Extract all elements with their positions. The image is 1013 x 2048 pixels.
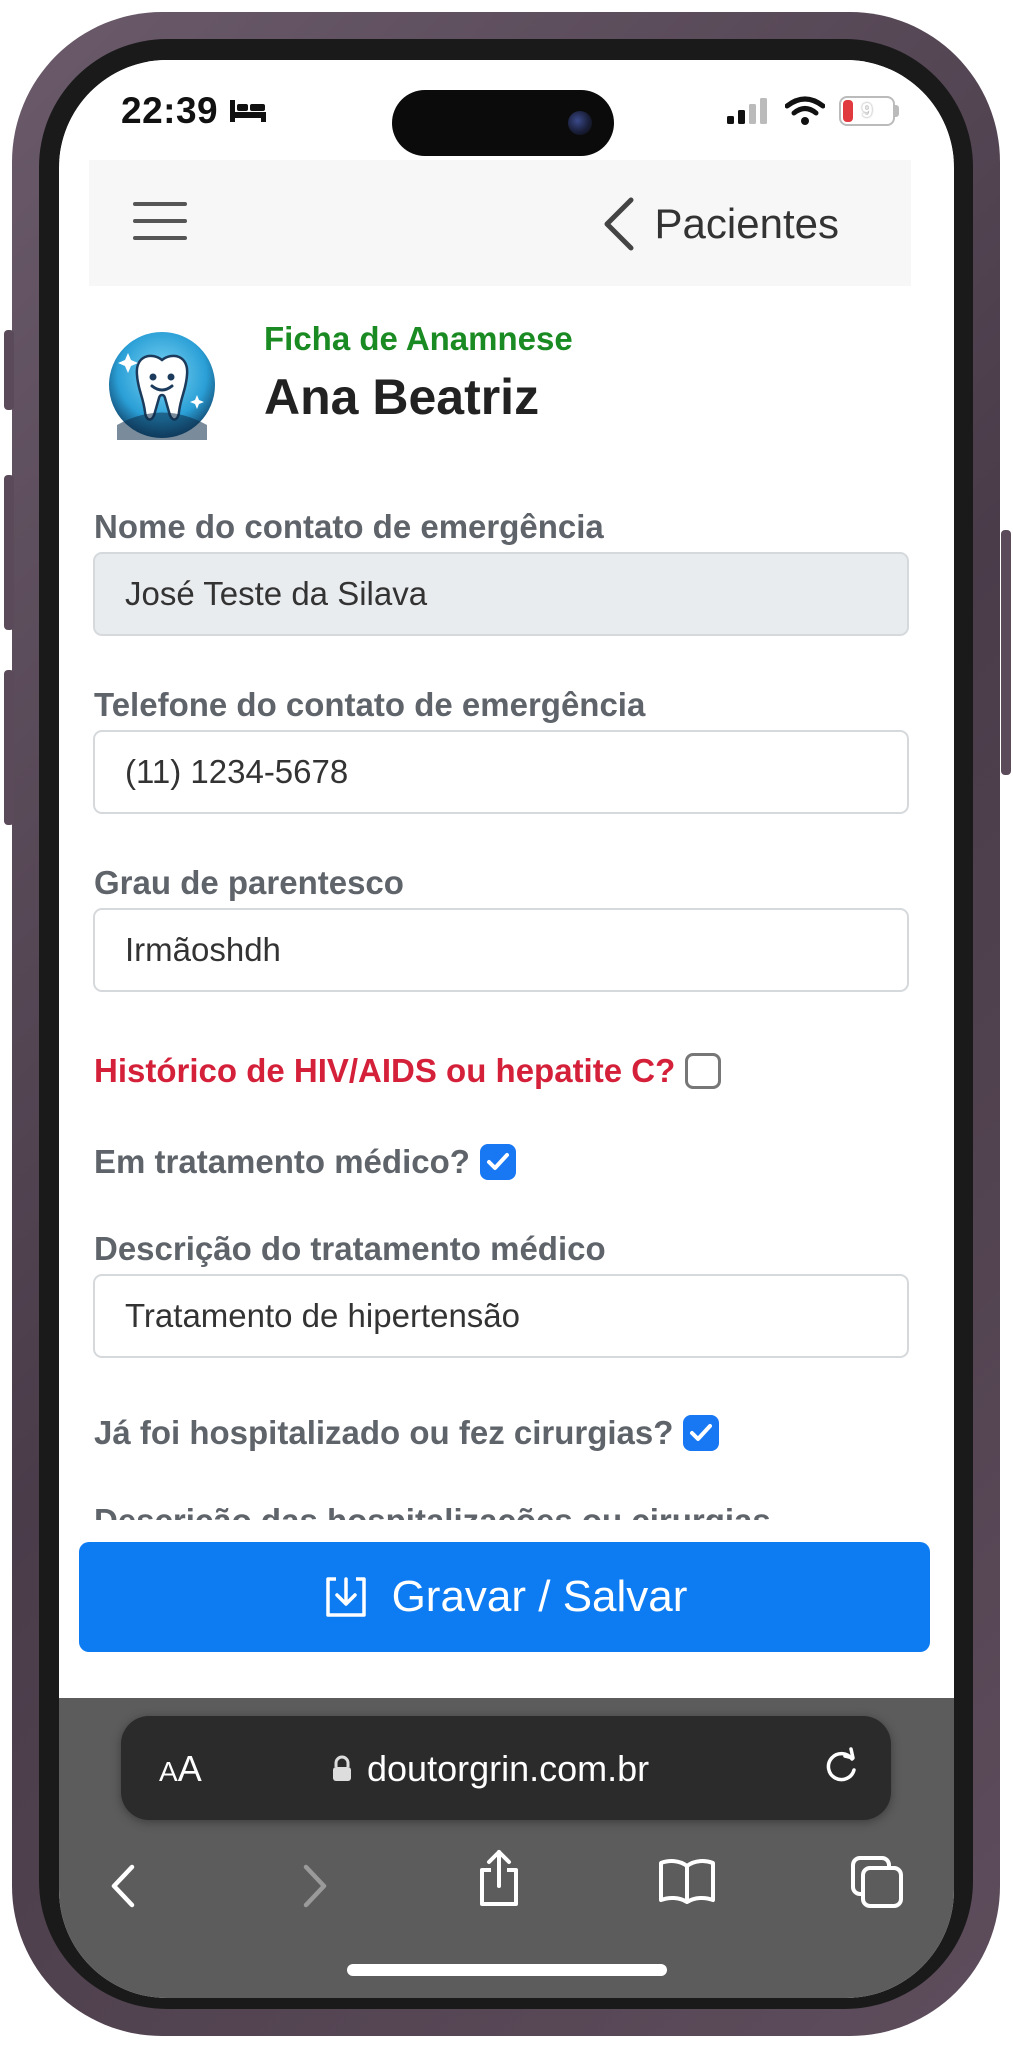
address-bar[interactable]: A A doutorgrin.com.br [121, 1716, 891, 1820]
text-size-button[interactable]: A A [159, 1748, 202, 1790]
forward-icon[interactable] [294, 1861, 334, 1911]
treatment-description-field[interactable]: Tratamento de hipertensão [93, 1274, 909, 1358]
relationship-label: Grau de parentesco [94, 864, 404, 901]
power-button [1001, 530, 1011, 775]
phone-screen: 22:39 9 Pacientes Ficha de Anamnese Ana … [59, 60, 954, 1998]
volume-up-button [4, 475, 14, 630]
menu-icon[interactable] [133, 202, 189, 242]
medical-treatment-checkbox[interactable] [479, 1144, 516, 1180]
hospitalization-description-label: Descrição das hospitalizações ou cirurgi… [94, 1502, 771, 1520]
medical-treatment-label: Em tratamento médico? [94, 1143, 470, 1180]
hospitalized-row: Já foi hospitalizado ou fez cirurgias? [94, 1414, 720, 1452]
browser-toolbar: A A doutorgrin.com.br [59, 1698, 954, 1998]
text-size-big: A [177, 1748, 202, 1789]
share-icon[interactable] [474, 1848, 524, 1908]
emergency-contact-phone-field[interactable]: (11) 1234-5678 [93, 730, 909, 814]
content-area: Pacientes Ficha de Anamnese Ana Beatriz [59, 60, 954, 1520]
url-display[interactable]: doutorgrin.com.br [331, 1748, 649, 1790]
hospitalized-checkbox[interactable] [683, 1415, 720, 1451]
hiv-history-row: Histórico de HIV/AIDS ou hepatite C? [94, 1052, 722, 1090]
lock-icon [333, 1755, 351, 1781]
chevron-left-icon [604, 197, 634, 251]
save-bar: Gravar / Salvar [59, 1520, 954, 1698]
hospitalized-label: Já foi hospitalizado ou fez cirurgias? [94, 1414, 674, 1451]
emergency-contact-phone-label: Telefone do contato de emergência [94, 686, 646, 723]
save-button[interactable]: Gravar / Salvar [79, 1542, 930, 1652]
back-label: Pacientes [654, 200, 839, 247]
url-text: doutorgrin.com.br [367, 1748, 650, 1789]
volume-down-button [4, 670, 14, 825]
medical-treatment-row: Em tratamento médico? [94, 1143, 516, 1181]
relationship-field[interactable]: Irmãoshdh [93, 908, 909, 992]
reload-icon[interactable] [819, 1744, 863, 1788]
check-icon [690, 1424, 713, 1441]
text-size-small: A [159, 1756, 178, 1787]
save-download-icon [325, 1577, 366, 1617]
check-icon [486, 1153, 509, 1170]
save-button-label: Gravar / Salvar [391, 1572, 688, 1621]
patient-name: Ana Beatriz [264, 369, 540, 425]
hiv-history-checkbox[interactable] [685, 1053, 722, 1089]
tooth-mascot-icon [109, 332, 215, 440]
emergency-contact-name-label: Nome do contato de emergência [94, 508, 604, 545]
action-button [4, 330, 14, 410]
hiv-history-label: Histórico de HIV/AIDS ou hepatite C? [94, 1052, 676, 1089]
tabs-icon[interactable] [849, 1854, 905, 1910]
bookmarks-icon[interactable] [657, 1856, 717, 1906]
back-to-patients-link[interactable]: Pacientes [601, 196, 839, 252]
app-navbar: Pacientes [89, 160, 911, 286]
emergency-contact-name-field: José Teste da Silava [93, 552, 909, 636]
form-subtitle: Ficha de Anamnese [264, 320, 573, 357]
treatment-description-label: Descrição do tratamento médico [94, 1230, 606, 1267]
back-icon[interactable] [104, 1861, 144, 1911]
home-indicator [347, 1964, 667, 1976]
